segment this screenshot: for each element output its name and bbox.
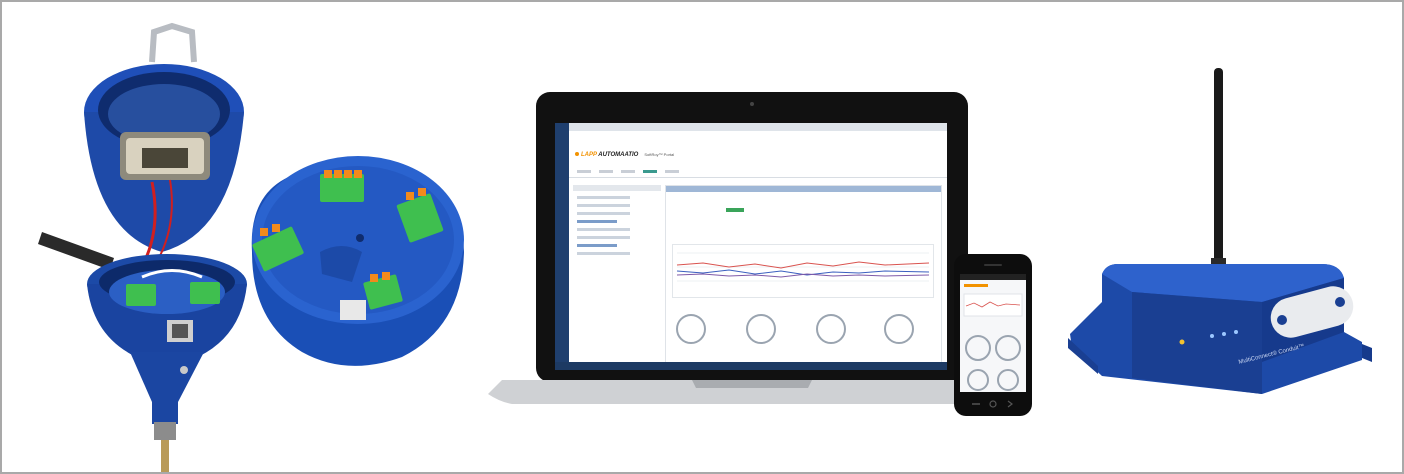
product-collage: LAPP AUTOMAATIO SoftRoy™ Portal MultiCon… (0, 0, 1404, 474)
gateway-device (1068, 68, 1372, 394)
antenna-icon (1214, 68, 1223, 266)
